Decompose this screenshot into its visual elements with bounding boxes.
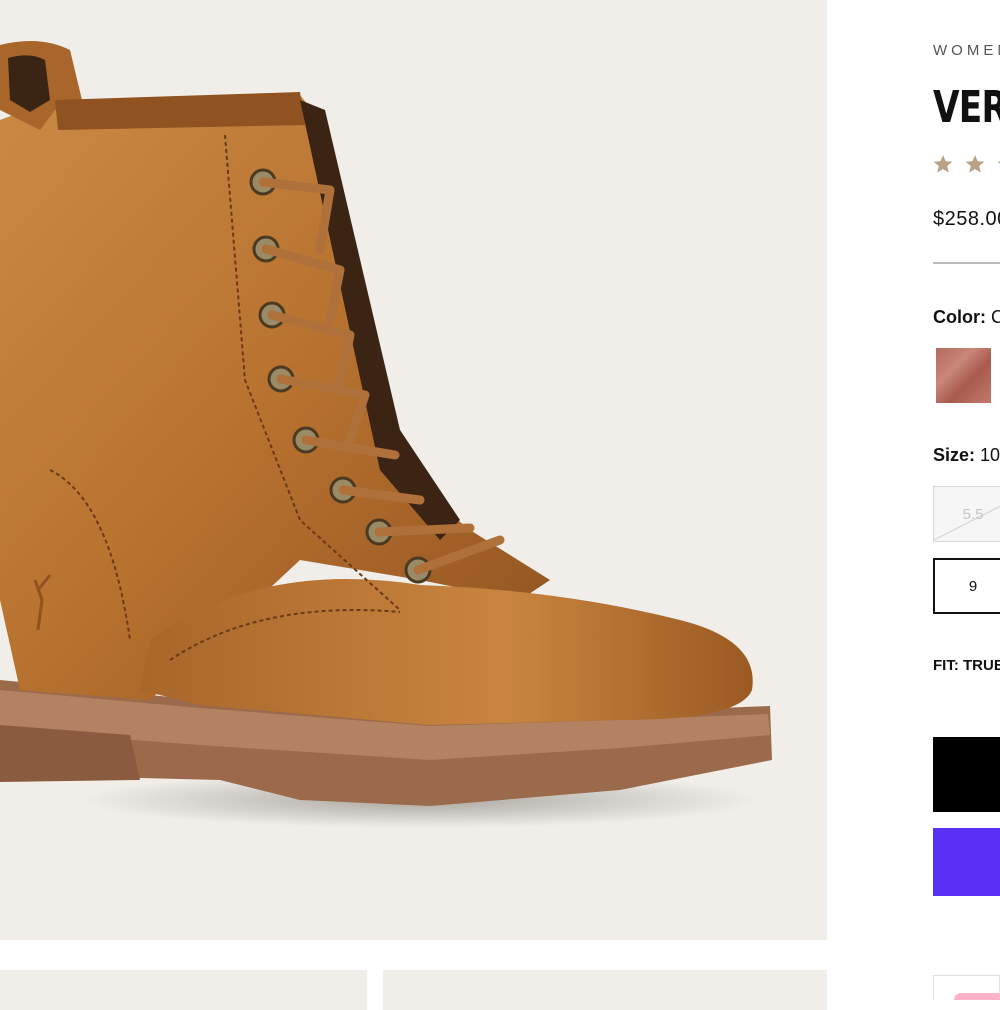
thumbnail-2[interactable] [383, 970, 827, 1010]
shop-pay-button[interactable] [933, 828, 1000, 896]
star-icon [933, 155, 953, 173]
fit-note: FIT: TRUE TO SIZE [933, 657, 1000, 674]
size-option-selected[interactable]: 9 [933, 558, 1000, 614]
color-value: Cognac [991, 307, 1000, 327]
size-option-unavailable[interactable]: 5.5 [933, 486, 1000, 542]
product-main-image[interactable] [0, 0, 827, 940]
size-label-text: Size: [933, 445, 976, 465]
product-info-panel: WOMEN VERONICA COMBAT $258.00 Color: Cog… [933, 0, 1000, 1000]
color-label: Color: Cognac [933, 307, 1000, 328]
klarna-banner[interactable] [933, 975, 1000, 1000]
color-label-text: Color: [933, 307, 986, 327]
rating-stars[interactable] [933, 154, 1000, 174]
product-price: $258.00 [933, 208, 1000, 230]
add-to-cart-button[interactable] [933, 737, 1000, 812]
boot-image [0, 41, 772, 828]
size-option-label: 9 [968, 577, 978, 595]
color-swatch[interactable] [936, 348, 991, 403]
divider [933, 262, 1000, 264]
size-value: 10 [980, 445, 1000, 465]
star-icon [965, 155, 985, 173]
klarna-badge [954, 993, 1000, 1000]
thumbnail-1[interactable] [0, 970, 367, 1010]
product-title: VERONICA COMBAT [933, 82, 1000, 133]
breadcrumb[interactable]: WOMEN [933, 42, 1000, 59]
size-label: Size: 10 [933, 445, 1000, 466]
